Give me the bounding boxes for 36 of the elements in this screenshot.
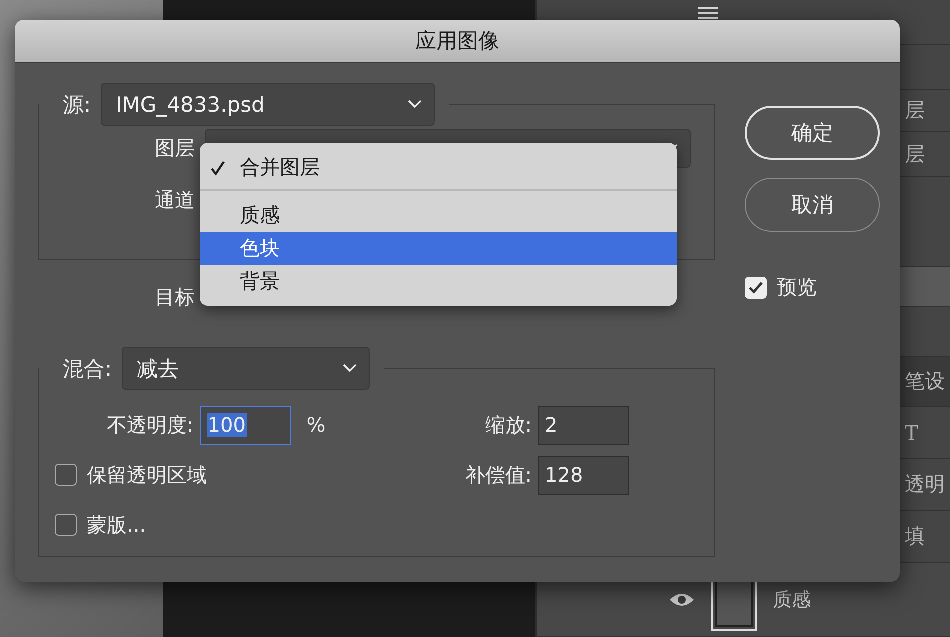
cancel-button[interactable]: 取消 [745,178,880,232]
menu-item[interactable]: 背景 [200,265,677,298]
option-checkbox[interactable]: 保留透明区域 [55,462,207,488]
window-title: 应用图像 [416,28,500,55]
preview-checkbox[interactable]: 预览 [745,274,880,301]
layer-label: 图层 [155,134,195,162]
offset-field[interactable]: 128 [538,456,629,494]
source-label: 源: [63,92,92,118]
chevron-icon [408,100,422,109]
percent-unit: % [306,413,326,437]
panel-label: 层 [905,97,925,124]
panel-label: T [905,420,918,444]
source-select[interactable]: IMG_4833.psd [101,83,436,126]
offset-label: 补偿值: [465,462,532,488]
channel-label: 通道 [155,186,195,214]
opacity-field[interactable]: 100 [200,406,291,444]
check-icon [210,160,226,176]
scale-label: 缩放: [485,412,532,438]
scale-field[interactable]: 2 [538,406,629,444]
chevron-icon [343,364,358,373]
check-icon [748,280,764,294]
eye-icon[interactable] [669,592,695,608]
blending-label: 混合: [63,356,112,382]
panel-label: 层 [905,140,925,168]
ok-button[interactable]: 确定 [745,106,880,160]
blending-select[interactable]: 减去 [122,347,370,390]
menu-item[interactable]: 质感 [200,199,677,232]
opacity-label: 不透明度: [107,412,194,438]
panel-label: 笔设 [905,368,945,395]
menu-item[interactable]: 合并图层 [200,151,677,184]
layer-name: 质感 [773,588,811,612]
menu-item[interactable]: 色块 [200,232,677,265]
panel-label: 透明 [905,471,945,498]
panel-label: 填 [905,523,925,550]
option-checkbox[interactable]: 蒙版... [55,512,146,538]
target-label: 目标 [155,284,195,310]
